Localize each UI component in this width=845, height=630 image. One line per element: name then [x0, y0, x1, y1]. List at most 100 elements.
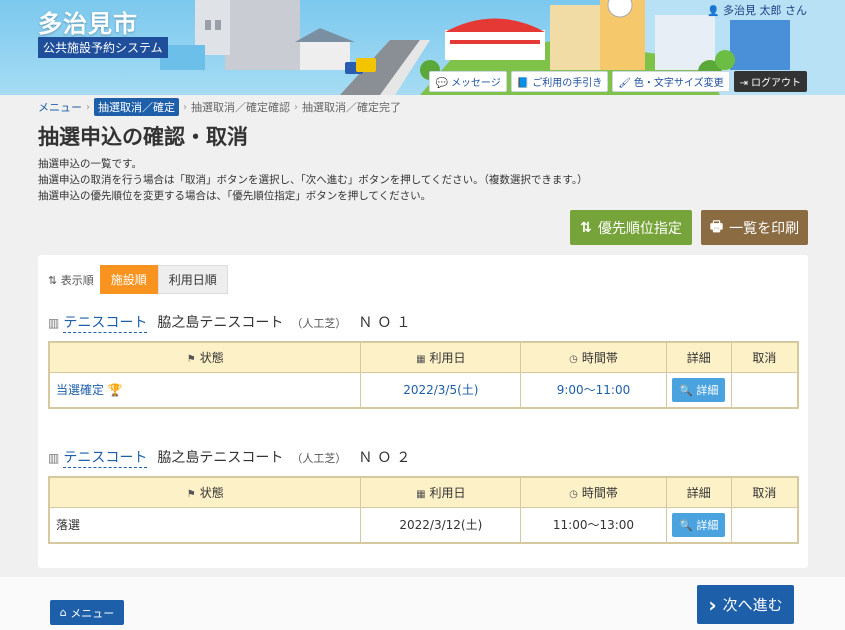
guide-button-label: ご利用の手引き [532, 78, 603, 89]
sort-by-facility-button[interactable]: 施設順 [99, 265, 158, 294]
menu-button-label: メニュー [70, 606, 115, 620]
sort-by-date-button[interactable]: 利用日順 [157, 265, 228, 294]
detail-cell: 🔍 詳細 [665, 371, 732, 409]
facility-surface: （人工芝） [291, 317, 347, 330]
date-header: ▦ 利用日 [360, 476, 522, 508]
facility-category-link[interactable]: テニスコート [63, 447, 148, 468]
header-buttons: 💬 メッセージ 📘 ご利用の手引き 🖌 色・文字サイズ変更 ⇥ ログアウト [429, 71, 807, 92]
page-description: 抽選申込の一覧です。 抽選申込の取消を行う場合は「取消」ボタンを選択し、「次へ進… [38, 156, 588, 204]
facility-category-link[interactable]: テニスコート [63, 312, 148, 333]
breadcrumb: メニュー › 抽選取消／確定 › 抽選取消／確定確認 › 抽選取消／確定完了 [38, 98, 401, 116]
book-icon: 📘 [516, 78, 530, 89]
cancel-cell [730, 371, 799, 409]
chevron-right-icon: › [183, 101, 187, 113]
print-button[interactable]: 🖶 一覧を印刷 [701, 210, 808, 245]
building-icon: ▥ [48, 316, 60, 330]
flag-icon: ⚑ [186, 488, 196, 500]
detail-button-label: 詳細 [696, 518, 719, 532]
reservation-table: ⚑ 状態 ▦ 利用日 ◷ 時間帯 詳細 取消 当選確定 🏆 2022/3/5(土) 9… [48, 341, 799, 409]
site-header: 多治見市 公共施設予約システム 👤 多治見 太郎 さん 💬 メッセージ 📘 ご利用の… [0, 0, 845, 95]
breadcrumb-menu[interactable]: メニュー [38, 99, 82, 115]
calendar-icon: ▦ [416, 353, 426, 365]
message-button[interactable]: 💬 メッセージ [429, 71, 507, 92]
cancel-header: 取消 [730, 476, 799, 508]
facility-number: ＮＯ１ [358, 315, 416, 331]
cancel-header: 取消 [730, 341, 799, 373]
date-cell: 2022/3/5(土) [360, 371, 522, 409]
color-size-button[interactable]: 🖌 色・文字サイズ変更 [612, 71, 730, 92]
status-cell: 当選確定 🏆 [48, 371, 362, 409]
detail-header: 詳細 [665, 476, 732, 508]
chevron-right-icon: › [294, 101, 298, 113]
city-name: 多治見市 [38, 10, 138, 38]
facility-title: ▥ テニスコート 脇之島テニスコート （人工芝） ＮＯ２ [48, 447, 415, 468]
logout-button[interactable]: ⇥ ログアウト [733, 71, 807, 92]
next-button[interactable]: › 次へ進む [697, 585, 794, 624]
user-name-label: 多治見 太郎 さん [723, 4, 807, 17]
date-header-label: 利用日 [429, 485, 466, 500]
page-title: 抽選申込の確認・取消 [38, 125, 248, 149]
time-cell: 11:00～13:00 [520, 506, 667, 544]
time-header: ◷ 時間帯 [520, 341, 667, 373]
description-line: 抽選申込の優先順位を変更する場合は、「優先順位指定」ボタンを押してください。 [38, 190, 432, 202]
breadcrumb-step-complete: 抽選取消／確定完了 [302, 101, 401, 114]
breadcrumb-current: 抽選取消／確定 [94, 98, 179, 116]
zoom-icon: 🔍 [679, 383, 693, 397]
clock-icon: ◷ [569, 353, 578, 365]
guide-button[interactable]: 📘 ご利用の手引き [510, 71, 609, 92]
facility-name: 脇之島テニスコート [157, 315, 284, 331]
detail-button[interactable]: 🔍 詳細 [672, 512, 726, 537]
next-button-label: 次へ進む [722, 596, 783, 614]
detail-button[interactable]: 🔍 詳細 [672, 377, 726, 402]
breadcrumb-step-confirm: 抽選取消／確定確認 [191, 101, 290, 114]
date-cell: 2022/3/12(土) [360, 506, 522, 544]
status-header-label: 状態 [199, 485, 224, 500]
status-cell: 落選 [48, 506, 362, 544]
home-icon: ⌂ [59, 606, 67, 619]
chat-icon: 💬 [435, 78, 448, 89]
status-header-label: 状態 [199, 350, 224, 365]
sort-order-icon: ⇅ [580, 219, 592, 236]
time-header: ◷ 時間帯 [520, 476, 667, 508]
calendar-icon: ▦ [416, 488, 426, 500]
color-size-button-label: 色・文字サイズ変更 [633, 78, 724, 89]
description-line: 抽選申込の取消を行う場合は「取消」ボタンを選択し、「次へ進む」ボタンを押してくだ… [38, 174, 588, 186]
description-line: 抽選申込の一覧です。 [38, 158, 142, 170]
facility-name: 脇之島テニスコート [157, 450, 284, 466]
menu-button[interactable]: ⌂ メニュー [50, 600, 124, 625]
table-row: 当選確定 🏆 2022/3/5(土) 9:00～11:00 🔍 詳細 [48, 371, 799, 409]
facility-number: ＮＯ２ [358, 450, 416, 466]
clock-icon: ◷ [569, 488, 578, 500]
date-header: ▦ 利用日 [360, 341, 522, 373]
facility-surface: （人工芝） [291, 452, 347, 465]
building-icon: ▥ [48, 451, 60, 465]
user-icon: 👤 [707, 6, 720, 17]
time-header-label: 時間帯 [581, 350, 618, 365]
status-header: ⚑ 状態 [48, 476, 362, 508]
logout-button-label: ログアウト [751, 78, 801, 89]
status-header: ⚑ 状態 [48, 341, 362, 373]
time-cell: 9:00～11:00 [520, 371, 667, 409]
sort-controls: ⇅ 表示順 施設順 利用日順 [48, 265, 228, 294]
print-button-label: 一覧を印刷 [729, 220, 800, 237]
time-header-label: 時間帯 [581, 485, 618, 500]
print-icon: 🖶 [709, 218, 724, 235]
table-header-row: ⚑ 状態 ▦ 利用日 ◷ 時間帯 詳細 取消 [48, 341, 799, 373]
priority-button[interactable]: ⇅ 優先順位指定 [570, 210, 692, 245]
status-link[interactable]: 当選確定 [56, 383, 104, 397]
date-header-label: 利用日 [429, 350, 466, 365]
sort-label: ⇅ 表示順 [48, 272, 94, 288]
flag-icon: ⚑ [186, 353, 196, 365]
zoom-icon: 🔍 [679, 518, 693, 532]
chevron-right-icon: › [86, 101, 90, 113]
brush-icon: 🖌 [618, 78, 631, 89]
user-name: 👤 多治見 太郎 さん [707, 2, 807, 18]
application-list-panel: ⇅ 表示順 施設順 利用日順 ▥ テニスコート 脇之島テニスコート （人工芝） … [38, 255, 808, 568]
priority-button-label: 優先順位指定 [597, 220, 682, 237]
sort-label-text: 表示順 [60, 273, 94, 287]
message-button-label: メッセージ [450, 78, 501, 89]
table-row: 落選 2022/3/12(土) 11:00～13:00 🔍 詳細 [48, 506, 799, 544]
detail-header: 詳細 [665, 341, 732, 373]
reservation-table: ⚑ 状態 ▦ 利用日 ◷ 時間帯 詳細 取消 落選 2022/3/12(土) 11:0… [48, 476, 799, 544]
sort-icon: ⇅ [48, 273, 58, 287]
